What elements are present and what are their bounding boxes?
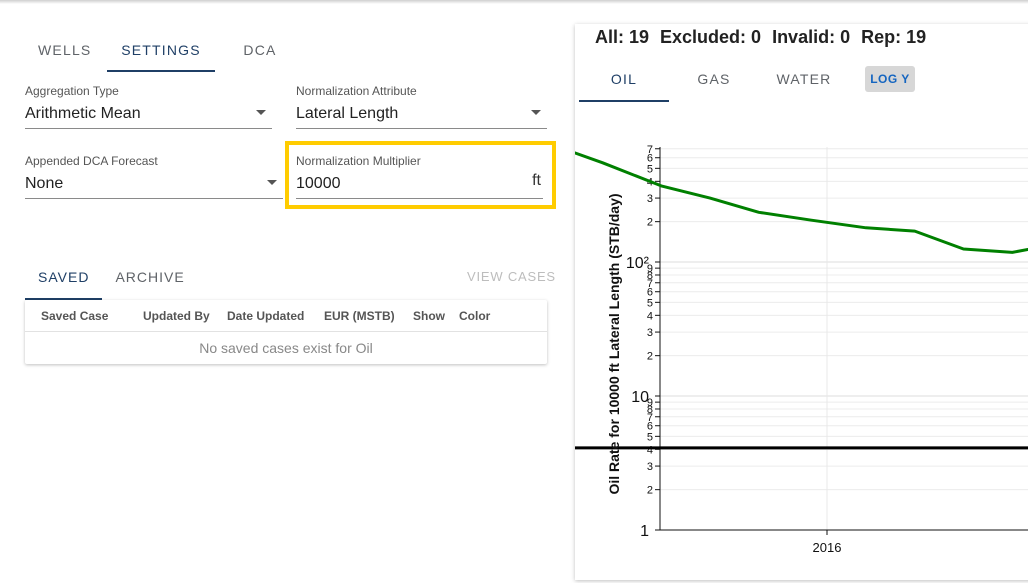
normalization-multiplier-label: Normalization Multiplier xyxy=(296,154,421,168)
field-underline xyxy=(296,198,543,199)
y-tick-label: 2 xyxy=(647,217,653,229)
y-axis-label: Oil Rate for 10000 ft Lateral Length (ST… xyxy=(606,193,622,494)
series-line-1 xyxy=(575,151,1028,254)
top-shadow xyxy=(0,0,1028,4)
appended-dca-forecast-select[interactable]: Appended DCA Forecast None xyxy=(25,154,283,199)
oil-rate-chart: 123456789102345678910²234567201620 Oil R… xyxy=(575,144,1028,555)
field-underline xyxy=(25,128,272,129)
appended-dca-forecast-value: None xyxy=(25,175,64,192)
column-header-color[interactable]: Color xyxy=(459,309,490,323)
chevron-down-icon xyxy=(256,110,266,115)
field-underline xyxy=(25,198,283,199)
left-tab-bar: WELLS SETTINGS DCA xyxy=(24,38,305,72)
column-header-saved-case[interactable]: Saved Case xyxy=(41,309,108,323)
chart-panel: All: 19 Excluded: 0 Invalid: 0 Rep: 19 OIL … xyxy=(575,24,1028,580)
series-layer xyxy=(575,151,1028,450)
aggregation-type-value: Arithmetic Mean xyxy=(25,105,141,122)
normalization-attribute-select[interactable]: Normalization Attribute Lateral Length xyxy=(296,84,547,129)
y-tick-label: 4 xyxy=(647,310,653,322)
normalization-multiplier-field[interactable]: Normalization Multiplier 10000 ft xyxy=(296,154,543,199)
table-header: Saved Case Updated By Date Updated EUR (… xyxy=(25,300,547,332)
aggregation-type-label: Aggregation Type xyxy=(25,84,119,98)
field-underline xyxy=(296,128,547,129)
appended-dca-forecast-label: Appended DCA Forecast xyxy=(25,154,158,168)
y-tick-label: 10² xyxy=(626,255,650,272)
y-tick-label: 4 xyxy=(647,444,653,456)
y-tick-label: 10 xyxy=(631,389,649,406)
column-header-date-updated[interactable]: Date Updated xyxy=(227,309,304,323)
y-tick-label: 5 xyxy=(647,431,653,443)
tab-archive[interactable]: ARCHIVE xyxy=(102,262,197,300)
y-tick-label: 3 xyxy=(647,461,653,473)
tab-saved[interactable]: SAVED xyxy=(25,262,103,300)
column-header-eur[interactable]: EUR (MSTB) xyxy=(324,309,395,323)
y-tick-label: 2 xyxy=(647,485,653,497)
unit-label: ft xyxy=(532,172,541,189)
y-tick-label: 3 xyxy=(647,193,653,205)
saved-cases-table: Saved Case Updated By Date Updated EUR (… xyxy=(25,300,547,364)
saved-tab-bar: SAVED ARCHIVE xyxy=(25,262,198,300)
aggregation-type-select[interactable]: Aggregation Type Arithmetic Mean xyxy=(25,84,272,129)
y-tick-label: 5 xyxy=(647,297,653,309)
normalization-attribute-value: Lateral Length xyxy=(296,105,399,122)
tab-dca[interactable]: DCA xyxy=(215,38,305,72)
empty-message: No saved cases exist for Oil xyxy=(199,340,373,356)
tab-wells[interactable]: WELLS xyxy=(24,38,107,72)
y-tick-label: 3 xyxy=(647,327,653,339)
x-tick-label: 2016 xyxy=(813,540,842,555)
y-tick-label: 1 xyxy=(640,523,649,540)
column-header-updated-by[interactable]: Updated By xyxy=(143,309,210,323)
chevron-down-icon xyxy=(531,110,541,115)
y-tick-label: 2 xyxy=(647,351,653,363)
tab-settings[interactable]: SETTINGS xyxy=(107,38,215,72)
view-cases-button[interactable]: VIEW CASES xyxy=(467,269,556,284)
normalization-multiplier-input[interactable]: 10000 xyxy=(296,174,543,194)
grid-layer xyxy=(660,147,1028,531)
column-header-show[interactable]: Show xyxy=(413,309,445,323)
y-tick-label: 7 xyxy=(647,144,653,156)
y-tick-label: 5 xyxy=(647,163,653,175)
normalization-attribute-label: Normalization Attribute xyxy=(296,84,417,98)
chevron-down-icon xyxy=(267,180,277,185)
